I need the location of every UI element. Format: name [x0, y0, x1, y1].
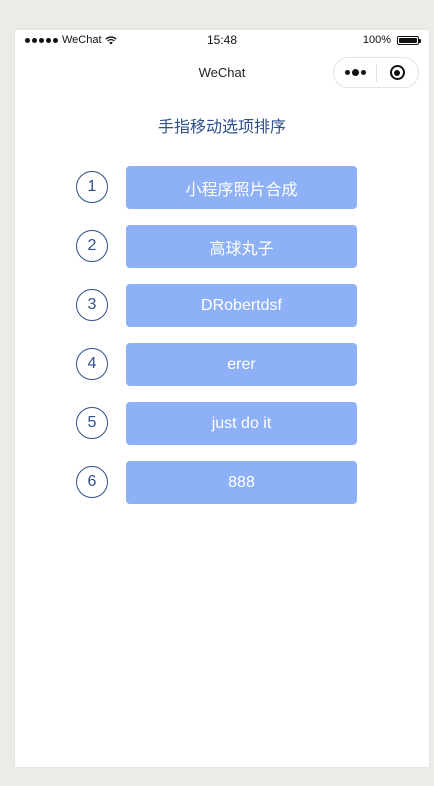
item-number: 5: [76, 407, 108, 439]
item-number: 3: [76, 289, 108, 321]
sortable-item[interactable]: 小程序照片合成: [126, 166, 357, 209]
nav-bar: WeChat: [15, 52, 429, 94]
sortable-item[interactable]: just do it: [126, 402, 357, 445]
sortable-item[interactable]: erer: [126, 343, 357, 386]
item-number: 4: [76, 348, 108, 380]
item-number: 6: [76, 466, 108, 498]
list-item: 5 just do it: [15, 402, 429, 461]
list-item: 1 小程序照片合成: [15, 166, 429, 225]
battery-label: 100%: [362, 34, 391, 46]
close-miniprogram-icon[interactable]: [377, 58, 418, 87]
status-right: 100%: [362, 34, 421, 46]
phone-screen: WeChat 15:48 100% WeChat 手指移动选项排序 1 小程序照…: [15, 30, 429, 767]
capsule-menu: [333, 57, 419, 88]
sortable-item[interactable]: 高球丸子: [126, 225, 357, 268]
sortable-list: 1 小程序照片合成 2 高球丸子 3 DRobertdsf 4 erer 5 j…: [15, 166, 429, 520]
list-item: 3 DRobertdsf: [15, 284, 429, 343]
sortable-item[interactable]: DRobertdsf: [126, 284, 357, 327]
more-icon[interactable]: [334, 58, 376, 87]
status-bar: WeChat 15:48 100%: [15, 30, 429, 52]
list-item: 2 高球丸子: [15, 225, 429, 284]
page-title: 手指移动选项排序: [157, 119, 286, 136]
item-number: 2: [76, 230, 108, 262]
item-number: 1: [76, 171, 108, 203]
battery-icon: [397, 35, 421, 45]
sortable-item[interactable]: 888: [126, 461, 357, 504]
list-item: 6 888: [15, 461, 429, 520]
list-item: 4 erer: [15, 343, 429, 402]
